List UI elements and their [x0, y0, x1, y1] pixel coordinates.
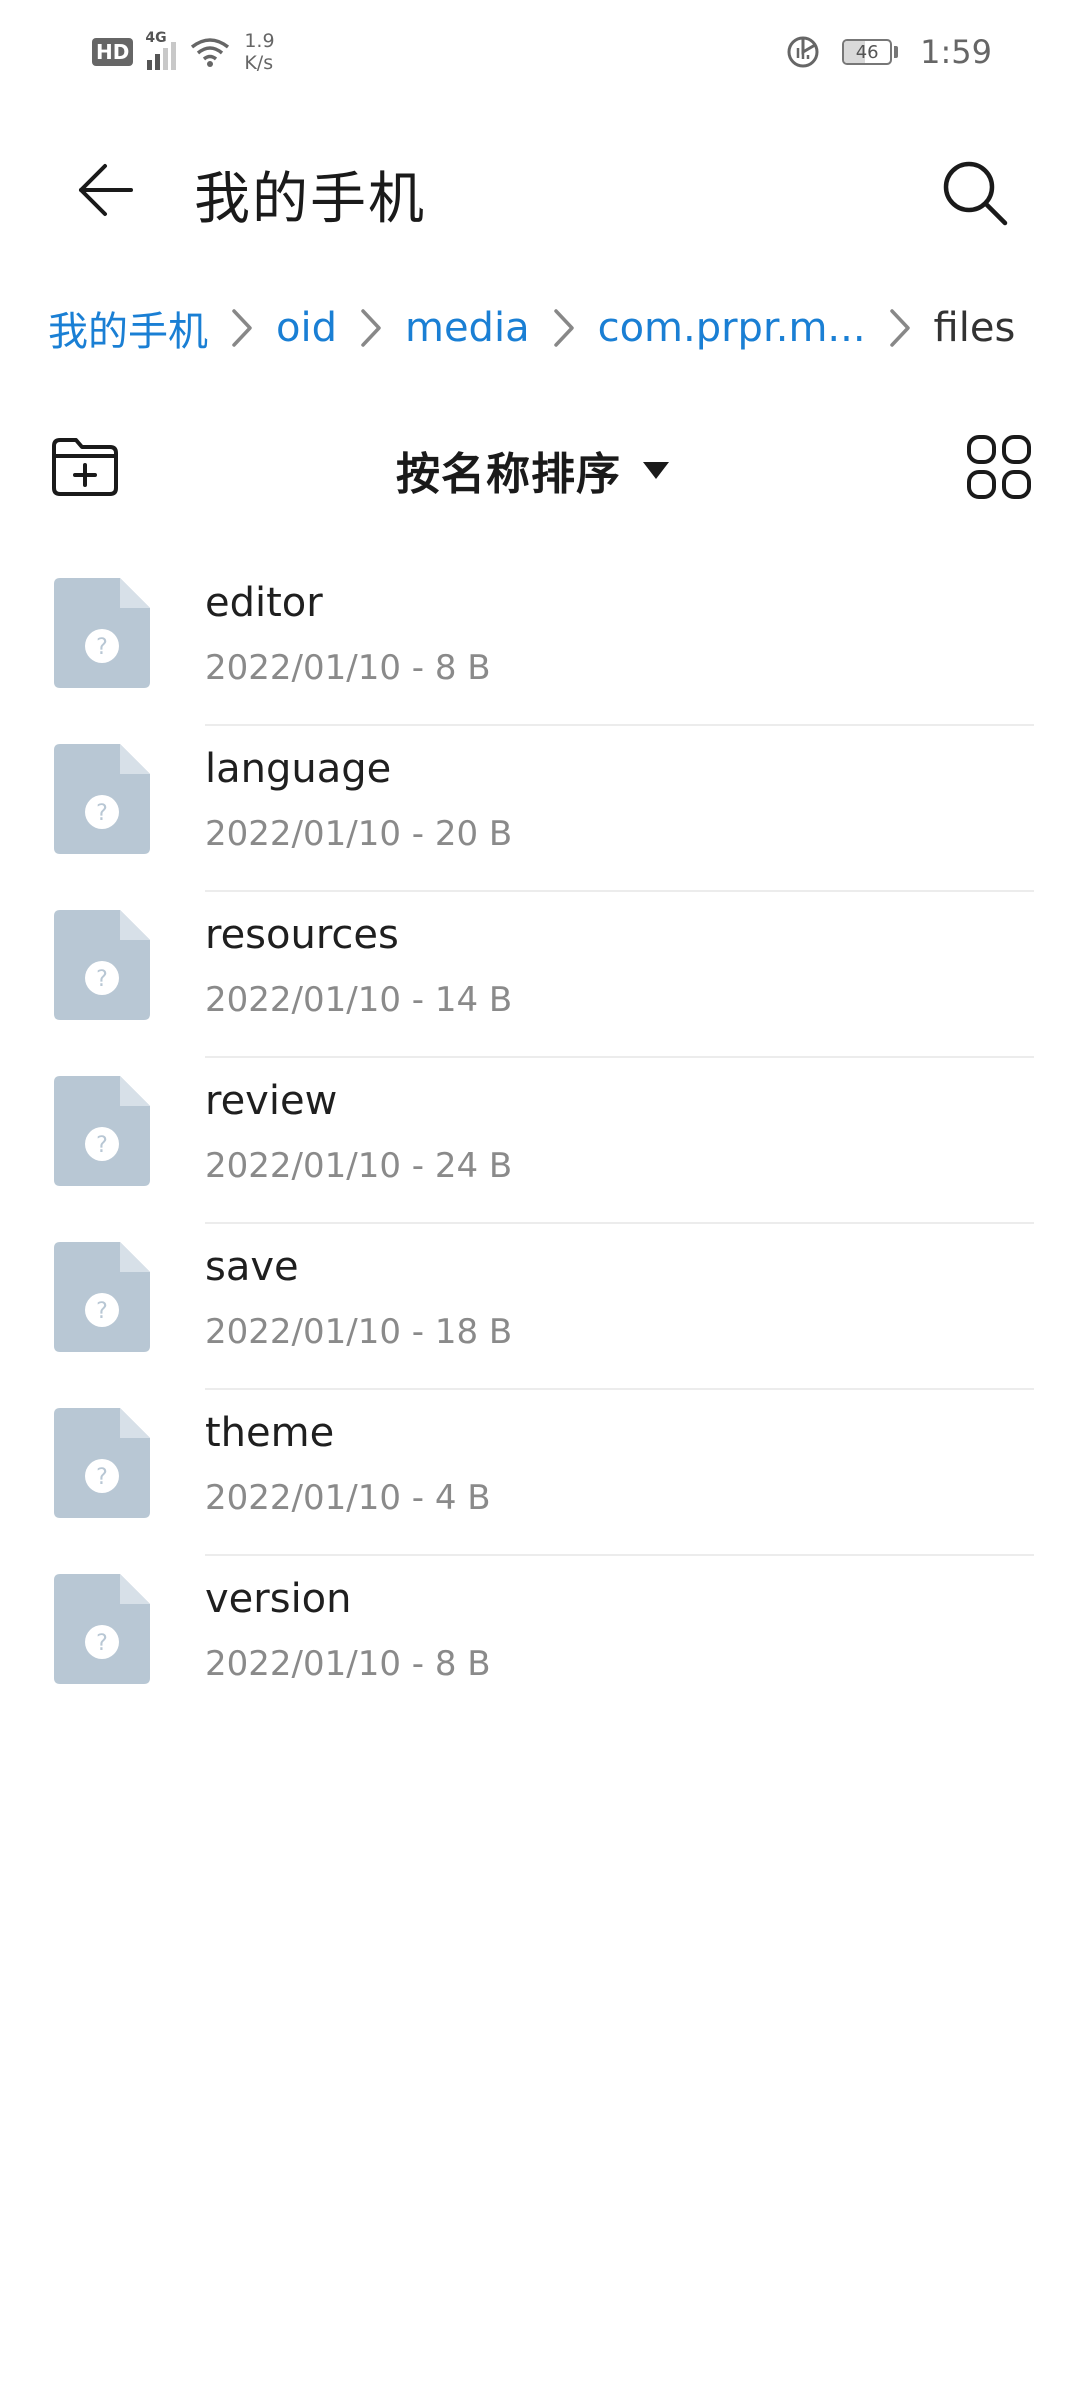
grid-view-icon [967, 435, 1031, 499]
breadcrumb-item-current: files [933, 305, 1016, 351]
breadcrumb-item-oid[interactable]: oid [276, 305, 337, 351]
chevron-right-icon [880, 298, 920, 358]
file-name: editor [205, 580, 323, 626]
file-row[interactable]: ? resources 2022/01/10 - 14 B [0, 892, 1080, 1058]
battery-level: 46 [855, 41, 879, 63]
file-name: version [205, 1576, 352, 1622]
svg-text:?: ? [96, 1465, 108, 1490]
svg-text:?: ? [96, 635, 108, 660]
network-speed: 1.9 K/s [244, 30, 274, 74]
svg-text:?: ? [96, 1631, 108, 1656]
file-list: ? editor 2022/01/10 - 8 B ? language 202… [0, 560, 1080, 1722]
unknown-file-icon: ? [54, 1076, 150, 1186]
file-row[interactable]: ? version 2022/01/10 - 8 B [0, 1556, 1080, 1722]
svg-text:?: ? [96, 1133, 108, 1158]
file-meta: 2022/01/10 - 20 B [205, 814, 513, 854]
file-name: language [205, 746, 392, 792]
clock: 1:59 [920, 33, 992, 71]
breadcrumb-item-package[interactable]: com.prpr.m... [598, 305, 866, 351]
file-name: save [205, 1244, 299, 1290]
grid-view-button[interactable] [966, 434, 1032, 500]
unknown-file-icon: ? [54, 1408, 150, 1518]
breadcrumb-item-root[interactable]: 我的手机 [48, 299, 208, 357]
status-bar: HD 4G 1.9 K/s 46 1:59 [0, 0, 1080, 104]
breadcrumb-item-media[interactable]: media [405, 305, 530, 351]
toolbar: 按名称排序 [0, 420, 1080, 520]
arrow-left-icon [79, 164, 133, 216]
network-type-label: 4G [145, 30, 167, 46]
file-row[interactable]: ? save 2022/01/10 - 18 B [0, 1224, 1080, 1390]
file-name: review [205, 1078, 338, 1124]
page-title: 我的手机 [194, 167, 426, 232]
file-row[interactable]: ? editor 2022/01/10 - 8 B [0, 560, 1080, 726]
file-meta: 2022/01/10 - 18 B [205, 1312, 513, 1352]
file-name: theme [205, 1410, 335, 1456]
network-speed-value: 1.9 [244, 30, 275, 52]
file-meta: 2022/01/10 - 8 B [205, 1644, 491, 1684]
file-meta: 2022/01/10 - 8 B [205, 648, 491, 688]
breadcrumb: 我的手机 oid media com.prpr.m... files [48, 292, 1048, 364]
svg-text:?: ? [96, 801, 108, 826]
battery-icon: 46 [842, 39, 899, 65]
file-row[interactable]: ? language 2022/01/10 - 20 B [0, 726, 1080, 892]
chevron-right-icon [222, 298, 262, 358]
caret-down-icon [643, 461, 669, 479]
unknown-file-icon: ? [54, 744, 150, 854]
unknown-file-icon: ? [54, 910, 150, 1020]
data-saver-icon [787, 36, 819, 68]
file-row[interactable]: ? theme 2022/01/10 - 4 B [0, 1390, 1080, 1556]
file-row[interactable]: ? review 2022/01/10 - 24 B [0, 1058, 1080, 1224]
cellular-signal-icon: 4G [145, 30, 177, 70]
search-button[interactable] [934, 152, 1014, 232]
unknown-file-icon: ? [54, 578, 150, 688]
wifi-icon [191, 38, 230, 67]
chevron-right-icon [351, 298, 391, 358]
unknown-file-icon: ? [54, 1574, 150, 1684]
chevron-right-icon [544, 298, 584, 358]
svg-text:?: ? [96, 967, 108, 992]
hd-badge: HD [92, 38, 134, 66]
file-meta: 2022/01/10 - 4 B [205, 1478, 491, 1518]
file-meta: 2022/01/10 - 24 B [205, 1146, 513, 1186]
search-icon [943, 161, 1008, 226]
folder-add-icon [52, 438, 118, 496]
file-name: resources [205, 912, 399, 958]
back-button[interactable] [70, 158, 140, 222]
app-header: 我的手机 [0, 130, 1080, 250]
sort-label: 按名称排序 [396, 449, 621, 500]
svg-text:?: ? [96, 1299, 108, 1324]
unknown-file-icon: ? [54, 1242, 150, 1352]
sort-dropdown[interactable]: 按名称排序 [396, 430, 669, 510]
file-meta: 2022/01/10 - 14 B [205, 980, 513, 1020]
new-folder-button[interactable] [48, 432, 122, 502]
network-speed-unit: K/s [244, 52, 274, 74]
